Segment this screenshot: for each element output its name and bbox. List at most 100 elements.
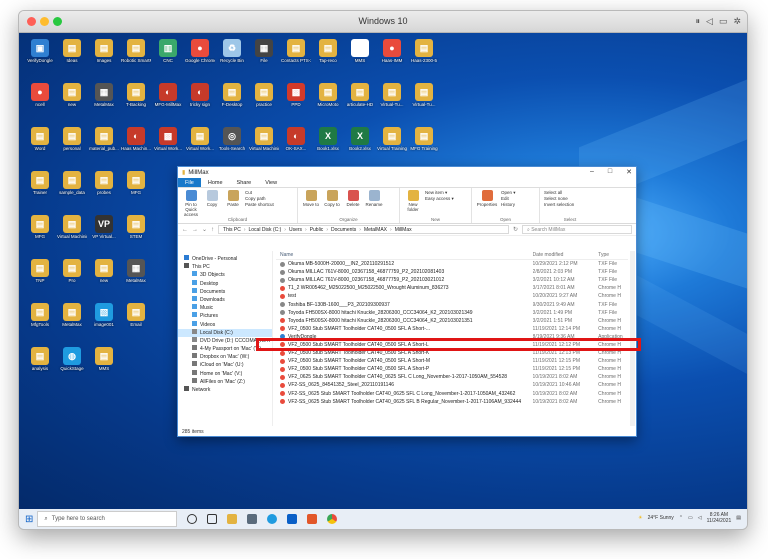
desktop-icon[interactable]: ▤ Virtual Training	[377, 127, 407, 152]
desktop-icon[interactable]: ▤Virtual Machining	[249, 127, 279, 152]
desktop-icon[interactable]: ▤ sample_data	[57, 171, 87, 196]
column-date-modified[interactable]: Date modified	[533, 252, 599, 258]
desktop-icon[interactable]: ▤ Images	[89, 39, 119, 64]
weather-text[interactable]: 24°F Sunny	[648, 515, 674, 521]
file-row[interactable]: VF2_0625 Stub SMART Toolholder CAT40_062…	[276, 373, 628, 381]
desktop-icon[interactable]: ● Google Chrome	[185, 39, 215, 64]
desktop-icon[interactable]: ◍ QuickStage	[57, 347, 87, 372]
nav-item[interactable]: Music	[178, 304, 272, 312]
minimize-icon[interactable]: –	[590, 168, 594, 176]
nav-item[interactable]: Pictures	[178, 312, 272, 320]
paste-shortcut-button[interactable]: Paste shortcut	[245, 202, 274, 208]
nav-item[interactable]: AllFiles on 'Mac' (Z:)	[178, 377, 272, 386]
desktop-icon[interactable]: ▤ MicroMoto	[313, 83, 343, 108]
desktop-icon[interactable]: X Book1.xlsx	[313, 127, 343, 152]
desktop-icon[interactable]: ● ncell	[25, 83, 55, 108]
desktop-icon[interactable]: ▤ Ideas	[57, 39, 87, 64]
nav-item[interactable]: Videos	[178, 320, 272, 329]
file-row[interactable]: Toyoda FH500SX-8000 hitachi Knuckle_2820…	[276, 317, 628, 325]
desktop-icon[interactable]: ▦ MetalMax	[89, 83, 119, 108]
desktop-icon[interactable]: ▤ MFG	[121, 171, 151, 196]
tab-file[interactable]: File	[178, 178, 201, 187]
maximize-icon[interactable]: □	[608, 168, 612, 176]
desktop-icon[interactable]: ▧ image001	[89, 303, 119, 328]
pause-icon[interactable]: ⏸	[696, 16, 701, 27]
start-icon[interactable]: ⊞	[25, 514, 33, 525]
nav-item[interactable]: OneDrive - Personal	[178, 255, 272, 263]
desktop-icon[interactable]: ▤ TNP	[25, 259, 55, 284]
desktop-icon[interactable]: ◐ OK-SAX...	[281, 127, 311, 152]
breadcrumb-segment[interactable]: MetalMAX	[364, 227, 387, 233]
office-icon[interactable]	[307, 514, 318, 524]
address-path[interactable]: This PC › Local Disk (C:) › Users › Public › Doc…	[218, 225, 509, 234]
tab-home[interactable]: Home	[201, 178, 230, 187]
forward-icon[interactable]: →	[192, 227, 198, 233]
desktop-icon[interactable]: ▤ new	[57, 83, 87, 108]
desktop-icon[interactable]: VP VP Virtual...	[89, 215, 119, 240]
tab-share[interactable]: Share	[230, 178, 259, 187]
desktop-icon[interactable]: ◐ MFG-MillMax	[153, 83, 183, 108]
desktop-icon[interactable]: ▥ CNC	[153, 39, 183, 64]
task-view-icon[interactable]	[207, 514, 218, 524]
file-row[interactable]: Okuma MILLAC 761V-8000_02367158_46877759…	[276, 268, 628, 276]
notifications-icon[interactable]: ▤	[736, 515, 741, 521]
taskbar-search-input[interactable]: ⌕ Type here to search	[37, 511, 178, 527]
desktop-icon[interactable]: ▦ MetalMax	[121, 259, 151, 284]
desktop-icon[interactable]: ▦ File	[249, 39, 279, 64]
desktop-icon[interactable]: ◐ Haas Machin...	[121, 127, 151, 152]
column-type[interactable]: Type	[598, 252, 628, 258]
desktop-icon[interactable]: ● Haas-IMM	[377, 39, 407, 64]
breadcrumb-segment[interactable]: Local Disk (C:)	[248, 227, 281, 233]
column-name[interactable]: Name	[276, 252, 533, 258]
sound-icon[interactable]: ◁	[706, 16, 713, 27]
edge-icon[interactable]	[267, 514, 278, 524]
mail-icon[interactable]	[287, 514, 298, 524]
breadcrumb-segment[interactable]: Users	[289, 227, 302, 233]
refresh-icon[interactable]: ↻	[513, 226, 518, 233]
file-row[interactable]: VF2_0500 Stub SMART Toolholder CAT40_050…	[276, 357, 628, 365]
desktop-icon[interactable]: ▤ material_pub...	[89, 127, 119, 152]
desktop-icon[interactable]: ▤ Virtual Work...	[185, 127, 215, 152]
breadcrumb-segment[interactable]: MillMax	[395, 227, 412, 233]
history-button[interactable]: History	[501, 202, 516, 208]
desktop-icon[interactable]: ▤ F-Desktop	[217, 83, 247, 108]
nav-item[interactable]: Dropbox on 'Mac' (W:)	[178, 353, 272, 361]
devices-icon[interactable]: ▭	[719, 16, 728, 27]
file-row[interactable]: Okuma MB-5000H-20000__IN2_202110291512 10…	[276, 260, 628, 268]
chrome-icon[interactable]	[327, 514, 338, 524]
nav-item[interactable]: Home on 'Mac' (V:)	[178, 369, 272, 378]
desktop-icon[interactable]: ♻ Recycle Bin	[217, 39, 247, 64]
desktop-icon[interactable]: ▤ Email	[121, 303, 151, 328]
desktop-icon[interactable]: ▤ Word	[25, 127, 55, 152]
search-input[interactable]: ⌕ Search MillMax	[522, 225, 632, 234]
desktop-icon[interactable]: ▤ probes	[89, 171, 119, 196]
network-icon[interactable]: ▭	[688, 515, 693, 521]
file-explorer-icon[interactable]	[227, 514, 238, 524]
nav-item[interactable]: Desktop	[178, 279, 272, 288]
desktop-icon[interactable]: ▤ MMS	[89, 347, 119, 372]
desktop-icon[interactable]: ▩ PPD	[281, 83, 311, 108]
file-row[interactable]: Toshiba BF-130B-1600___P3_202109300937 9/…	[276, 300, 628, 308]
nav-item[interactable]: Documents	[178, 287, 272, 296]
nav-item[interactable]: This PC	[178, 263, 272, 271]
file-row[interactable]: VF2_0500 Stub SMART Toolholder CAT40_050…	[276, 325, 628, 333]
tray-arrow-icon[interactable]: ⌃	[679, 515, 683, 521]
desktop-icon[interactable]: X Book2.xlsx	[345, 127, 375, 152]
file-row[interactable]: VF2-SS_0625 Stub SMART Toolholder CAT40_…	[276, 390, 628, 398]
desktop-icon[interactable]: ▤ Pro	[57, 259, 87, 284]
desktop-icon[interactable]: ▢ MMS	[345, 39, 375, 64]
desktop-icon[interactable]: ▣ VerifyDongle	[25, 39, 55, 64]
desktop-icon[interactable]: ◎ Tools-Search	[217, 127, 247, 152]
desktop-icon[interactable]: ▤ personal	[57, 127, 87, 152]
nav-item[interactable]: Downloads	[178, 295, 272, 304]
file-row[interactable]: test 10/20/2021 9:27 AM Chrome H	[276, 292, 628, 300]
nav-item[interactable]: 3D Objects	[178, 271, 272, 279]
recent-chevron-icon[interactable]: ⌄	[202, 226, 207, 233]
file-row[interactable]: VF2-SS_0625_84541352_Steel_202110191146 1…	[276, 381, 628, 389]
desktop-icon[interactable]: ▤ practice	[249, 83, 279, 108]
settings-gear-icon[interactable]: ✲	[733, 16, 741, 27]
breadcrumb-segment[interactable]: Documents	[331, 227, 356, 233]
breadcrumb-segment[interactable]: Public	[310, 227, 324, 233]
desktop-icon[interactable]: ▤ Trainer	[25, 171, 55, 196]
desktop-icon[interactable]: ▤Robotic SmartMachi...	[121, 39, 151, 64]
